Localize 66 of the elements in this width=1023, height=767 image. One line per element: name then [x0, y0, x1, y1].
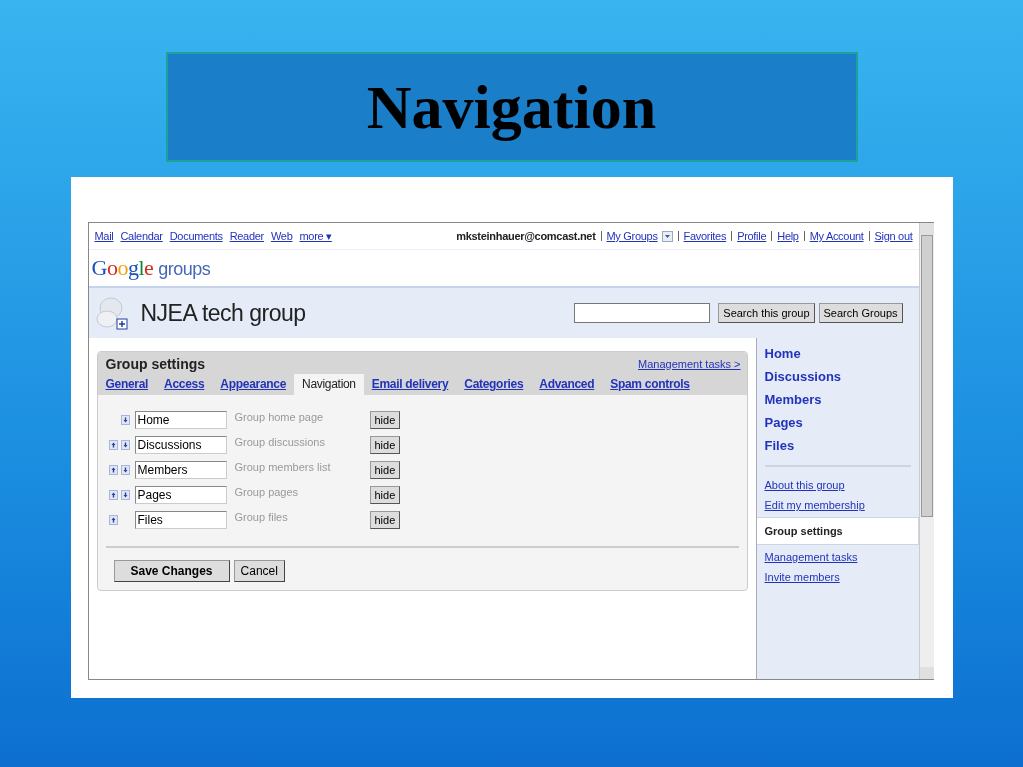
slide-title: Navigation	[366, 71, 657, 143]
top-nav-link[interactable]: more ▾	[299, 229, 332, 243]
account-link[interactable]: Help	[777, 230, 799, 242]
page-name-field[interactable]: Files	[134, 510, 227, 529]
page-description: Group members list	[234, 460, 332, 473]
move-down-icon[interactable]	[120, 489, 130, 500]
hide-button[interactable]: hide	[369, 410, 401, 429]
top-nav-link[interactable]: Reader	[229, 229, 264, 243]
sidebar-link[interactable]: Invite members	[756, 567, 919, 587]
group-name: NJEA tech group	[140, 299, 306, 327]
sidebar-link[interactable]: Management tasks	[756, 547, 919, 567]
account-link[interactable]: Profile	[737, 230, 767, 242]
form-button[interactable]: Cancel	[233, 560, 285, 582]
account-link[interactable]: Favorites	[683, 230, 727, 242]
page-name-field[interactable]: Home	[134, 410, 227, 429]
panel-title: Group settings	[105, 356, 206, 372]
account-link[interactable]: My Account	[809, 230, 864, 242]
search-field[interactable]	[574, 303, 711, 323]
sidebar-item[interactable]: Pages	[756, 411, 919, 434]
settings-tab[interactable]: Advanced	[531, 374, 603, 395]
settings-tab[interactable]: Appearance	[212, 374, 295, 395]
settings-tab[interactable]: Spam controls	[602, 374, 698, 395]
sidebar-link[interactable]: Group settings	[756, 517, 919, 545]
page-name-field[interactable]: Discussions	[134, 435, 227, 454]
search-button[interactable]: Search this group	[718, 303, 815, 323]
page-name-field[interactable]: Pages	[134, 485, 227, 504]
settings-tab[interactable]: Navigation	[294, 374, 364, 395]
page-name-field[interactable]: Members	[134, 460, 227, 479]
sidebar-item[interactable]: Members	[756, 388, 919, 411]
page-description: Group files	[234, 510, 289, 523]
page-description: Group home page	[234, 410, 325, 423]
move-down-icon[interactable]	[120, 414, 130, 425]
move-up-icon[interactable]	[108, 514, 118, 525]
sidebar-item[interactable]: Home	[756, 342, 919, 365]
move-up-icon[interactable]	[108, 489, 118, 500]
management-link[interactable]: Management tasks >	[638, 358, 741, 370]
page-description: Group discussions	[234, 435, 326, 448]
hide-button[interactable]: hide	[369, 435, 401, 454]
move-up-icon[interactable]	[108, 464, 118, 475]
sidebar-item[interactable]: Discussions	[756, 365, 919, 388]
dropdown-icon[interactable]	[661, 230, 673, 242]
settings-tab[interactable]: Email delivery	[363, 374, 457, 395]
search-button[interactable]: Search Groups	[818, 303, 903, 323]
sidebar-item[interactable]: Files	[756, 434, 919, 457]
move-down-icon[interactable]	[120, 464, 130, 475]
account-link[interactable]: Sign out	[874, 230, 913, 242]
hide-button[interactable]: hide	[369, 485, 401, 504]
top-nav-link[interactable]: Documents	[169, 229, 223, 243]
user-email: mksteinhauer@comcast.net	[456, 230, 596, 242]
settings-tab[interactable]: General	[105, 374, 157, 395]
sidebar-link[interactable]: About this group	[756, 475, 919, 495]
hide-button[interactable]: hide	[369, 460, 401, 479]
top-nav-link[interactable]: Mail	[94, 229, 114, 243]
settings-tab[interactable]: Access	[156, 374, 213, 395]
top-nav-link[interactable]: Web	[270, 229, 293, 243]
page-description: Group pages	[234, 485, 300, 498]
hide-button[interactable]: hide	[369, 510, 401, 529]
move-up-icon[interactable]	[108, 439, 118, 450]
move-down-icon[interactable]	[120, 439, 130, 450]
settings-tab[interactable]: Categories	[456, 374, 532, 395]
logo-wordmark[interactable]: Google groups	[91, 255, 211, 281]
form-button[interactable]: Save Changes	[113, 560, 230, 582]
sidebar-link[interactable]: Edit my membership	[756, 495, 919, 515]
account-link[interactable]: My Groups	[606, 230, 658, 242]
group-icon	[94, 295, 131, 331]
top-nav-link[interactable]: Calendar	[120, 229, 163, 243]
